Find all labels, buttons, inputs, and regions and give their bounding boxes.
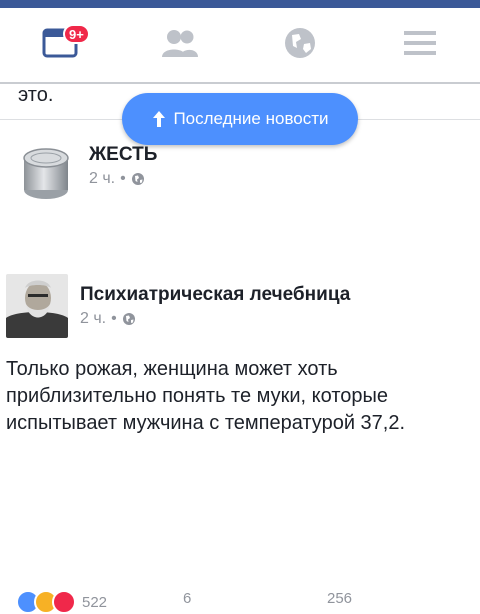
page-name-link[interactable]: Психиатрическая лечебница (80, 284, 350, 306)
meta-separator: • (111, 310, 117, 327)
post-time[interactable]: 2 ч. (89, 170, 115, 188)
post-meta: 2 ч. • (89, 170, 145, 188)
tab-notifications[interactable] (240, 8, 360, 82)
previous-post-text: это. (18, 84, 54, 106)
post-time[interactable]: 2 ч. (80, 310, 106, 328)
friends-icon (160, 28, 200, 63)
page-name-link[interactable]: ЖЕСТЬ (89, 144, 157, 166)
globe-icon (283, 26, 317, 65)
avatar[interactable] (18, 140, 74, 202)
hamburger-menu-icon (404, 30, 436, 61)
arrow-up-icon (153, 111, 166, 127)
new-stories-label: Последние новости (173, 109, 329, 128)
status-strip (0, 0, 480, 8)
tab-news-feed[interactable]: 9+ (0, 8, 120, 82)
reactions-count: 522 (82, 593, 108, 611)
post-body-text: Только рожая, женщина может хоть приблиз… (6, 358, 406, 434)
post-header: ЖЕСТЬ 2 ч. • (0, 136, 480, 206)
comments-count[interactable]: 6 (183, 590, 191, 607)
meta-separator: • (120, 170, 126, 187)
avatar[interactable] (6, 274, 68, 338)
globe-icon (122, 313, 135, 325)
love-reaction-icon (52, 590, 76, 614)
post-header: Психиатрическая лечебница 2 ч. • (0, 270, 480, 340)
globe-icon (131, 173, 144, 185)
reactions-summary[interactable]: 522 (16, 590, 107, 614)
post-meta: 2 ч. • (80, 310, 136, 328)
tab-menu[interactable] (360, 8, 480, 82)
top-nav-bar: 9+ (0, 8, 480, 84)
shares-count[interactable]: 256 (327, 590, 352, 607)
notification-badge: 9+ (63, 24, 90, 44)
tab-friends[interactable] (120, 8, 240, 82)
